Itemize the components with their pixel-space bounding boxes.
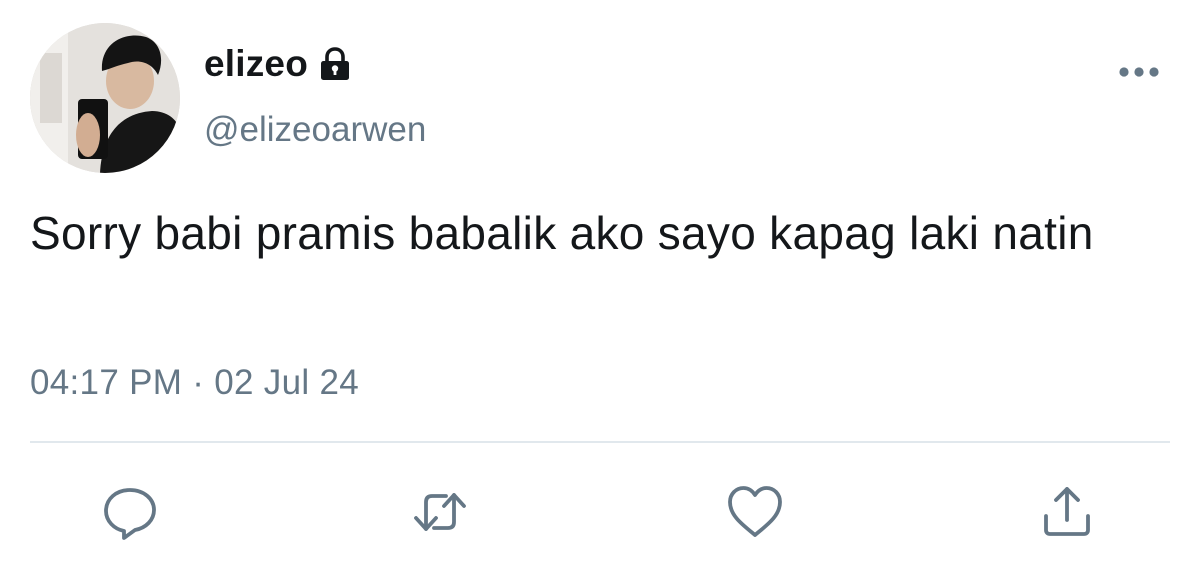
reply-icon [104, 488, 156, 540]
display-name-row: elizeo [204, 43, 353, 85]
avatar[interactable] [30, 23, 180, 173]
more-horizontal-icon[interactable] [1115, 60, 1163, 84]
tweet-timestamp[interactable]: 04:17 PM · 02 Jul 24 [30, 363, 359, 403]
like-button[interactable] [725, 482, 785, 542]
tweet-card: elizeo @elizeoarwen Sorry babi pramis ba… [0, 0, 1200, 579]
share-button[interactable] [1037, 482, 1097, 542]
tweet-text: Sorry babi pramis babalik ako sayo kapag… [30, 207, 1094, 259]
heart-icon [728, 486, 782, 537]
tweet-date: 02 Jul 24 [214, 363, 360, 402]
avatar-photo [30, 23, 180, 173]
display-name[interactable]: elizeo [204, 43, 308, 85]
tweet-time: 04:17 PM [30, 363, 183, 402]
meta-separator: · [192, 363, 205, 402]
lock-icon [317, 46, 353, 82]
reply-button[interactable] [100, 482, 160, 542]
retweet-button[interactable] [410, 482, 470, 542]
share-icon [1044, 487, 1090, 536]
divider [30, 441, 1170, 443]
retweet-icon [414, 493, 466, 531]
user-handle[interactable]: @elizeoarwen [204, 110, 426, 150]
